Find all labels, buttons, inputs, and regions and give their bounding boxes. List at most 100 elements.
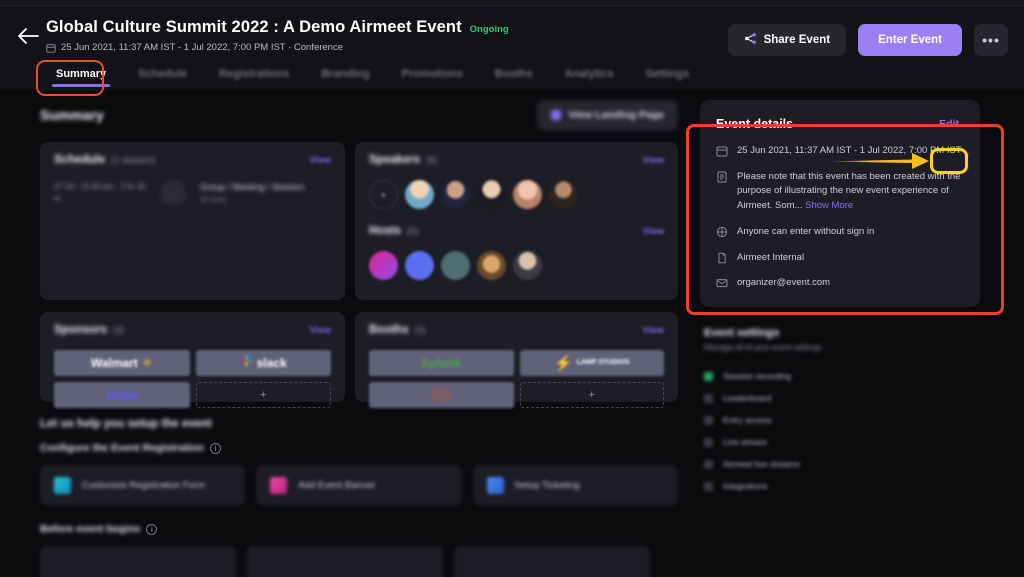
speakers-title: Speakers (369, 154, 421, 166)
summary-heading: Summary (40, 107, 104, 123)
setting-item-live-stream[interactable]: Live stream (704, 431, 980, 453)
avatar[interactable] (513, 251, 542, 280)
share-event-button[interactable]: Share Event (727, 24, 847, 56)
info-icon[interactable]: i (209, 442, 221, 454)
setup-section: Let us help you setup the event Configur… (40, 418, 678, 577)
mail-icon (716, 276, 728, 291)
setting-item-leaderboard[interactable]: Leaderboard (704, 387, 980, 409)
enter-event-button[interactable]: Enter Event (858, 24, 962, 56)
tab-settings[interactable]: Settings (630, 68, 705, 89)
session-time: 07:30 - 11:00 pm · 3 hr 30 m (54, 182, 146, 204)
add-booth-icon[interactable]: + (519, 382, 664, 408)
hosts-view-link[interactable]: View (643, 226, 664, 237)
tab-branding[interactable]: Branding (305, 68, 385, 89)
avatar[interactable] (369, 251, 398, 280)
sponsor-logo-label: Walmart (90, 356, 138, 370)
back-arrow-icon[interactable] (16, 24, 40, 48)
detail-row-community: Airmeet Internal (716, 251, 964, 266)
add-speaker-icon[interactable]: + (369, 180, 398, 209)
speakers-view-link[interactable]: View (643, 155, 664, 166)
people-card: Speakers (5) View + Hosts (5) View (355, 142, 678, 300)
title-block: Global Culture Summit 2022 : A Demo Airm… (46, 18, 509, 53)
avatar[interactable] (441, 180, 470, 209)
add-sponsor-icon[interactable]: + (195, 382, 331, 408)
tab-summary[interactable]: Summary (40, 68, 122, 89)
sponsors-view-link[interactable]: View (310, 325, 331, 336)
detail-date-text: 25 Jun 2021, 11:37 AM IST - 1 Jul 2022, … (737, 145, 962, 156)
avatar[interactable] (477, 180, 506, 209)
avatar[interactable] (477, 251, 506, 280)
app-header: Global Culture Summit 2022 : A Demo Airm… (0, 6, 1024, 90)
hosts-title: Hosts (369, 225, 401, 237)
event-settings-subheading: Manage all of your event settings (704, 343, 822, 353)
toggle-indicator (704, 459, 713, 469)
more-icon: ••• (982, 32, 1000, 48)
schedule-count: (1 session) (111, 155, 156, 165)
booth-logo-label: LAMP STUDIOS (576, 358, 630, 366)
share-icon (744, 32, 757, 48)
before-event-card[interactable] (247, 546, 443, 577)
calendar-icon (46, 43, 56, 53)
booths-view-link[interactable]: View (643, 325, 664, 336)
tab-schedule[interactable]: Schedule (122, 68, 203, 89)
schedule-view-link[interactable]: View (310, 155, 331, 166)
event-details-title: Event details (716, 117, 794, 131)
booth-logo-tile[interactable] (369, 382, 514, 408)
tab-analytics[interactable]: Analytics (549, 68, 630, 89)
booths-card-title: Booths (3) (369, 324, 426, 336)
sponsor-logo-tile[interactable]: slack (195, 350, 331, 376)
tab-promotions[interactable]: Promotions (386, 68, 479, 89)
avatar[interactable] (549, 180, 578, 209)
cards-row-1: Schedule (1 session) View 07:30 - 11:00 … (40, 142, 678, 300)
show-more-link[interactable]: Show More (805, 200, 853, 211)
app-root: Global Culture Summit 2022 : A Demo Airm… (0, 0, 1024, 577)
setting-item-entry-access[interactable]: Entry access (704, 409, 980, 431)
sponsor-logo-tile[interactable]: Walmart ✳ (54, 350, 190, 376)
status-badge: Ongoing (469, 24, 509, 35)
sponsor-logo-tile[interactable]: stripe (54, 382, 190, 408)
schedule-session-row[interactable]: 07:30 - 11:00 pm · 3 hr 30 m Group / Mee… (54, 180, 331, 207)
avatar[interactable] (513, 180, 542, 209)
avatar[interactable] (405, 180, 434, 209)
more-options-button[interactable]: ••• (974, 24, 1008, 56)
setting-label: Session recording (723, 371, 792, 382)
view-landing-page-button[interactable]: View Landing Page (536, 100, 678, 130)
sponsor-logo-label: slack (256, 356, 287, 370)
detail-row-access: Anyone can enter without sign in (716, 225, 964, 240)
avatar[interactable] (405, 251, 434, 280)
setting-label: Leaderboard (723, 393, 772, 404)
before-event-card[interactable] (40, 546, 236, 577)
document-icon (716, 251, 728, 266)
setting-item-airmeet-live-streams[interactable]: Airmeet live streams (704, 453, 980, 475)
before-event-card[interactable] (454, 546, 650, 577)
before-event-heading: Before event begins (40, 523, 141, 535)
setup-heading: Let us help you setup the event (40, 418, 212, 430)
booth-logo-tile[interactable]: ⚡ LAMP STUDIOS (519, 350, 664, 376)
cards-row-2: Sponsors (3) View Walmart ✳ slack stripe… (40, 312, 678, 408)
detail-access-text: Anyone can enter without sign in (737, 225, 875, 237)
customize-registration-form-card[interactable]: Customize Registration Form (40, 465, 246, 505)
setting-item-session-recording[interactable]: Session recording (704, 365, 980, 387)
setting-item-integrations[interactable]: Integrations (704, 475, 980, 497)
right-column: Event details Edit 25 Jun 2021, 11:37 AM… (700, 100, 980, 497)
edit-event-details-button[interactable]: Edit (934, 115, 964, 133)
globe-icon (716, 225, 728, 240)
setup-card-label: Setup Ticketing (514, 479, 580, 491)
tab-registrations[interactable]: Registrations (203, 68, 305, 89)
booths-title: Booths (369, 324, 409, 336)
speakers-avatars: + (369, 180, 664, 209)
speakers-card-title: Speakers (5) (369, 154, 437, 166)
detail-email-text: organizer@event.com (737, 277, 831, 289)
setup-ticketing-card[interactable]: Setup Ticketing (472, 465, 678, 505)
info-icon[interactable]: i (146, 523, 158, 535)
ticket-icon (486, 476, 504, 494)
booth-logo-tile[interactable]: Splunk (369, 350, 514, 376)
add-event-banner-card[interactable]: Add Event Banner (256, 465, 462, 505)
detail-row-date: 25 Jun 2021, 11:37 AM IST - 1 Jul 2022, … (716, 144, 964, 159)
tab-booths[interactable]: Booths (479, 68, 549, 89)
toggle-indicator (704, 481, 713, 491)
toggle-indicator (704, 393, 713, 403)
speakers-count: (5) (426, 155, 438, 165)
avatar[interactable] (441, 251, 470, 280)
landing-page-icon (550, 110, 561, 120)
